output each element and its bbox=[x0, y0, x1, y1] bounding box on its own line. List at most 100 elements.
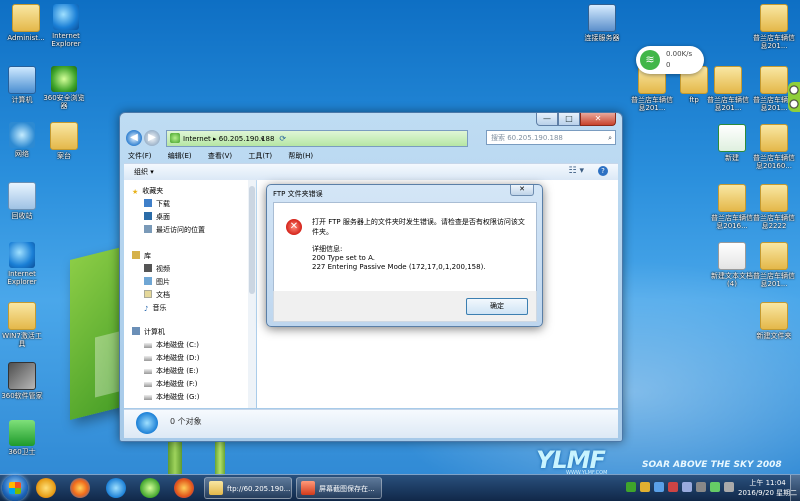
tray-power-icon[interactable] bbox=[724, 482, 734, 492]
tray-360-icon[interactable] bbox=[626, 482, 636, 492]
refresh-icon[interactable]: ⟳ bbox=[279, 134, 286, 143]
clock-date: 2016/9/20 星期二 bbox=[738, 489, 798, 497]
nav-item-disk-c[interactable]: 本地磁盘 (C:) bbox=[144, 340, 199, 350]
desktop-icon-doc-r1[interactable]: 新建文本文档 (4) bbox=[710, 242, 754, 288]
nav-item-pictures[interactable]: 图片 bbox=[144, 277, 170, 287]
network-speed-widget[interactable]: ≋ 0.00K/s 0 bbox=[636, 46, 704, 74]
taskbar-firefox-icon[interactable] bbox=[174, 478, 194, 498]
desktop-icon-label: 回收站 bbox=[11, 212, 33, 220]
folder-icon bbox=[718, 184, 746, 212]
clock[interactable]: 上午 11:04 2016/9/20 星期二 bbox=[738, 478, 797, 498]
scrollbar-thumb[interactable] bbox=[249, 186, 255, 294]
nav-item-recent[interactable]: 最近访问的位置 bbox=[144, 225, 205, 235]
back-button[interactable]: ◀ bbox=[126, 130, 142, 146]
dialog-footer: 确定 bbox=[273, 291, 537, 322]
taskbar-task-ftp[interactable]: ftp://60.205.190.... bbox=[204, 477, 292, 499]
tray-flag-icon[interactable] bbox=[696, 482, 706, 492]
navigation-pane: ★ 收藏夹 下载 桌面 最近访问的位置 库 视频 图片 文档 ♪ 音乐 计算机 本地… bbox=[124, 180, 249, 408]
show-desktop-button[interactable] bbox=[790, 475, 800, 501]
desktop-icon-label: 普兰店车辆信息201... bbox=[707, 96, 749, 112]
desktop-icon-label: 普兰店车辆信息201... bbox=[753, 272, 795, 288]
error-icon: ✕ bbox=[286, 219, 302, 235]
tray-shield-icon[interactable] bbox=[710, 482, 720, 492]
tray-alert-icon[interactable] bbox=[668, 482, 678, 492]
search-icon[interactable]: ⌕ bbox=[608, 131, 612, 146]
taskbar-task-screenshot[interactable]: 屏幕截图保存在... bbox=[296, 477, 382, 499]
address-dropdown-icon[interactable]: ▾ bbox=[261, 135, 265, 143]
desktop-icon-folder-r1[interactable]: 普兰店车辆信息201... bbox=[752, 4, 796, 50]
taskbar-360browser-icon[interactable] bbox=[140, 478, 160, 498]
ok-button[interactable]: 确定 bbox=[466, 298, 528, 315]
minimize-button[interactable]: — bbox=[536, 113, 558, 126]
view-options-icon[interactable]: ☷ ▾ bbox=[569, 166, 584, 176]
tray-volume-icon[interactable] bbox=[682, 482, 692, 492]
navigation-scrollbar[interactable] bbox=[248, 180, 256, 408]
desktop-icon-folder-r3[interactable]: 普兰店车辆信息201... bbox=[706, 66, 750, 112]
folder-icon bbox=[760, 4, 788, 32]
system-tray bbox=[626, 482, 734, 494]
nav-computer[interactable]: 计算机 bbox=[132, 327, 165, 337]
desktop-icon-folder-r9[interactable]: 新建文件夹 bbox=[752, 302, 796, 340]
window-controls: — □ ✕ bbox=[536, 113, 616, 127]
menu-help[interactable]: 帮助(H) bbox=[288, 152, 313, 160]
nav-favorites[interactable]: ★ 收藏夹 bbox=[132, 186, 163, 196]
details-line: 200 Type set to A. bbox=[312, 254, 375, 262]
nav-item-desktop[interactable]: 桌面 bbox=[144, 212, 170, 222]
desktop-icon-folder-r5[interactable]: 普兰店车辆信息20160... bbox=[752, 124, 796, 170]
tray-input-icon[interactable] bbox=[640, 482, 650, 492]
desktop-icon-folder-xiangmu[interactable]: 案台 bbox=[42, 122, 86, 160]
desktop-icon-label: 计算机 bbox=[11, 96, 33, 104]
taskbar-360-icon[interactable] bbox=[36, 478, 56, 498]
nav-item-videos[interactable]: 视频 bbox=[144, 264, 170, 274]
close-button[interactable]: ✕ bbox=[580, 113, 616, 126]
desktop-icon-connect-server[interactable]: 连接服务器 bbox=[580, 4, 624, 42]
menu-edit[interactable]: 编辑(E) bbox=[168, 152, 192, 160]
forward-button[interactable]: ▶ bbox=[144, 130, 160, 146]
desktop-icon-computer[interactable]: 计算机 bbox=[0, 66, 44, 104]
desktop-icon-label: WIN7激活工具 bbox=[2, 332, 42, 348]
download-icon bbox=[144, 199, 152, 207]
desktop-icon-network[interactable]: 网络 bbox=[0, 122, 44, 158]
address-bar[interactable]: Internet ▸ 60.205.190.188 ▾ ⟳ bbox=[166, 130, 468, 147]
side-toolbar-handle[interactable] bbox=[788, 82, 800, 112]
help-icon[interactable]: ? bbox=[598, 166, 608, 176]
desktop-icon-browser-360[interactable]: 360安全浏览器 bbox=[42, 66, 86, 110]
library-icon bbox=[132, 251, 140, 259]
taskbar-ie-icon[interactable] bbox=[106, 478, 126, 498]
desktop-icon-recycle-bin[interactable]: 回收站 bbox=[0, 182, 44, 220]
nav-item-disk-f[interactable]: 本地磁盘 (F:) bbox=[144, 379, 198, 389]
desktop-icon-security-360[interactable]: 360卫士 bbox=[0, 420, 44, 456]
desktop-icon-admin-folder[interactable]: Administ... bbox=[4, 4, 48, 42]
menu-file[interactable]: 文件(F) bbox=[128, 152, 152, 160]
nav-item-disk-e[interactable]: 本地磁盘 (E:) bbox=[144, 366, 198, 376]
start-button[interactable] bbox=[2, 475, 28, 501]
folder-icon bbox=[209, 481, 223, 495]
nav-libraries[interactable]: 库 bbox=[132, 251, 151, 261]
maximize-button[interactable]: □ bbox=[558, 113, 580, 126]
clock-time: 上午 11:04 bbox=[749, 479, 786, 487]
desktop-icon-excel-file[interactable]: 新建 bbox=[710, 124, 754, 162]
taskbar-browser-icon[interactable] bbox=[70, 478, 90, 498]
nav-item-disk-g[interactable]: 本地磁盘 (G:) bbox=[144, 392, 199, 402]
dialog-close-button[interactable]: ✕ bbox=[510, 185, 534, 196]
desktop-icon-win7-folder[interactable]: WIN7激活工具 bbox=[0, 302, 44, 348]
organize-button[interactable]: 组织 ▾ bbox=[134, 167, 154, 177]
folder-icon bbox=[714, 66, 742, 94]
menu-tools[interactable]: 工具(T) bbox=[248, 152, 272, 160]
nav-item-disk-d[interactable]: 本地磁盘 (D:) bbox=[144, 353, 199, 363]
tray-network-icon[interactable] bbox=[654, 482, 664, 492]
desktop-icon-folder-r8[interactable]: 普兰店车辆信息201... bbox=[752, 242, 796, 288]
desktop-icon-ie-shortcut[interactable]: Internet Explorer bbox=[44, 4, 88, 48]
nav-item-documents[interactable]: 文档 bbox=[144, 290, 170, 300]
desktop-icon-folder-r6[interactable]: 普兰店车辆信息2016... bbox=[710, 184, 754, 230]
windows-logo-icon bbox=[9, 482, 21, 494]
desktop-icon-folder-r7[interactable]: 普兰店车辆信息2222 bbox=[752, 184, 796, 230]
search-input[interactable]: 搜索 60.205.190.188 ⌕ bbox=[486, 130, 616, 145]
desktop-icon-box-app[interactable]: 360软件管家 bbox=[0, 362, 44, 400]
nav-item-downloads[interactable]: 下载 bbox=[144, 199, 170, 209]
nav-item-music[interactable]: ♪ 音乐 bbox=[144, 303, 166, 313]
video-icon bbox=[144, 264, 152, 272]
menu-view[interactable]: 查看(V) bbox=[208, 152, 232, 160]
folder-icon bbox=[50, 122, 78, 150]
desktop-icon-ie-shortcut-2[interactable]: Internet Explorer bbox=[0, 242, 44, 286]
